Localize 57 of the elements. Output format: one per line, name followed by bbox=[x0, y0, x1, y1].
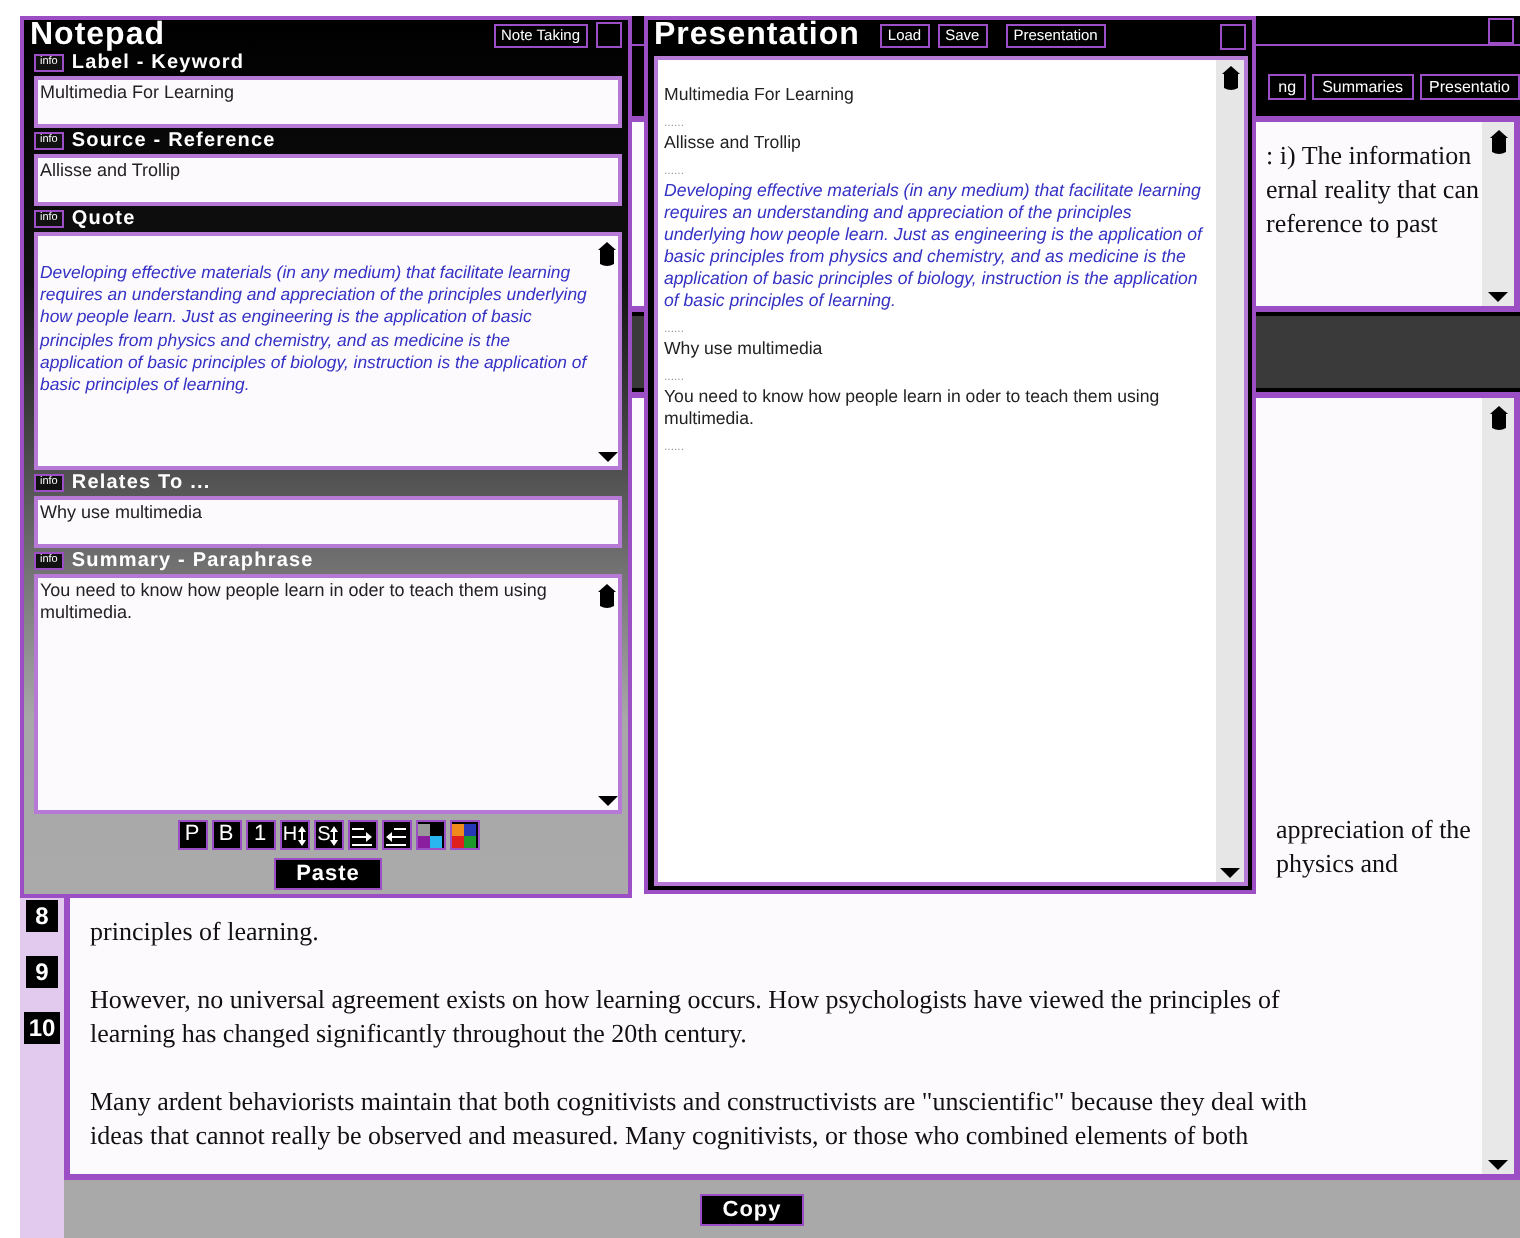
text-line: You need to know how people learn in oder to teach them using multimedia. bbox=[664, 386, 1162, 430]
paragraph: However, no universal agreement exists on how learning occurs. How psychologists have viewed the principles of learning has changed significantly throughout the 20th century. bbox=[90, 982, 1282, 1050]
tab[interactable]: Presentatio bbox=[1419, 74, 1520, 100]
text-field[interactable]: Allisse and Trollip bbox=[34, 154, 622, 206]
scroll-down-icon[interactable] bbox=[597, 452, 617, 462]
format-button[interactable]: S bbox=[313, 820, 343, 850]
text-line: Multimedia For Learning bbox=[664, 84, 856, 106]
minimize-button[interactable] bbox=[596, 22, 622, 48]
scroll-down-icon[interactable] bbox=[1220, 868, 1240, 878]
section-label: Source - Reference bbox=[71, 130, 276, 152]
text-field[interactable]: You need to know how people learn in oder to teach them using multimedia. bbox=[34, 574, 622, 814]
section-label: Quote bbox=[71, 208, 136, 230]
scroll-up-icon[interactable] bbox=[598, 584, 616, 608]
copy-button[interactable]: Copy bbox=[700, 1193, 804, 1225]
scroll-up-icon[interactable] bbox=[1221, 66, 1239, 90]
text-line: ernal reality that can bbox=[1266, 172, 1481, 206]
section-label: Summary - Paraphrase bbox=[71, 550, 314, 572]
scroll-down-icon[interactable] bbox=[1488, 1160, 1508, 1170]
text-field[interactable]: Why use multimedia bbox=[34, 496, 622, 548]
up-down-arrow-icon bbox=[330, 825, 339, 845]
text-line: Why use multimedia bbox=[664, 338, 825, 360]
window-title: Presentation bbox=[654, 18, 860, 54]
window-title: Notepad bbox=[30, 17, 165, 53]
tab[interactable]: ng bbox=[1268, 74, 1307, 100]
text-line: physics and bbox=[1276, 846, 1401, 880]
quote-field[interactable]: Developing effective materials (in any medium) that facilitate learning requires an understanding and appreciation of the principles underlying how people learn. Just as engineering is the application of basic principles from physics and chemistry, and as medicine is the application of basic principles of biology, instruction is the application of basic principles of learning. bbox=[34, 232, 622, 470]
paragraph: Many ardent behaviorists maintain that both cognitivists and constructivists are "unscientific" because they deal with ideas that cannot really be observed and measured. Many cognitivists, or those who combined elements of both bbox=[90, 1084, 1309, 1152]
minimize-button[interactable] bbox=[1220, 23, 1246, 49]
format-button[interactable]: 1 bbox=[245, 820, 275, 850]
section-label: Label - Keyword bbox=[71, 52, 245, 74]
line-number: 9 bbox=[26, 956, 58, 988]
text-line: Allisse and Trollip bbox=[664, 132, 803, 154]
paragraph: principles of learning. bbox=[90, 914, 321, 948]
line-number: 8 bbox=[26, 900, 58, 932]
scroll-up-icon[interactable] bbox=[598, 242, 616, 266]
scroll-down-icon[interactable] bbox=[1488, 292, 1508, 302]
minimize-button[interactable] bbox=[1488, 17, 1514, 43]
format-button[interactable]: H bbox=[279, 820, 309, 850]
scroll-up-icon[interactable] bbox=[1489, 130, 1507, 154]
text-field[interactable]: Multimedia For Learning bbox=[34, 76, 622, 128]
quote-text: Developing effective materials (in any medium) that facilitate learning requires an understanding and appreciation of the principles underlying how people learn. Just as engineering is the application of basic principles from physics and chemistry, and as medicine is the application of basic principles of biology, instruction is the application of basic principles of learning. bbox=[664, 180, 1206, 312]
color-swatch-button[interactable] bbox=[415, 820, 445, 850]
line-number: 10 bbox=[24, 1012, 60, 1044]
scroll-down-icon[interactable] bbox=[597, 796, 617, 806]
indent-button[interactable] bbox=[347, 820, 377, 850]
tab[interactable]: Summaries bbox=[1312, 74, 1414, 100]
up-down-arrow-icon bbox=[297, 825, 306, 845]
paste-button[interactable]: Paste bbox=[274, 858, 382, 890]
text-line: appreciation of the bbox=[1276, 812, 1473, 846]
text-line: : i) The information bbox=[1266, 138, 1474, 172]
text-line: reference to past bbox=[1266, 206, 1440, 240]
format-button[interactable]: B bbox=[211, 820, 241, 850]
section-label: Relates To ... bbox=[71, 472, 211, 494]
outdent-button[interactable] bbox=[381, 820, 411, 850]
scroll-up-icon[interactable] bbox=[1489, 406, 1507, 430]
color-palette-button[interactable] bbox=[449, 820, 479, 850]
format-button[interactable]: P bbox=[177, 820, 207, 850]
